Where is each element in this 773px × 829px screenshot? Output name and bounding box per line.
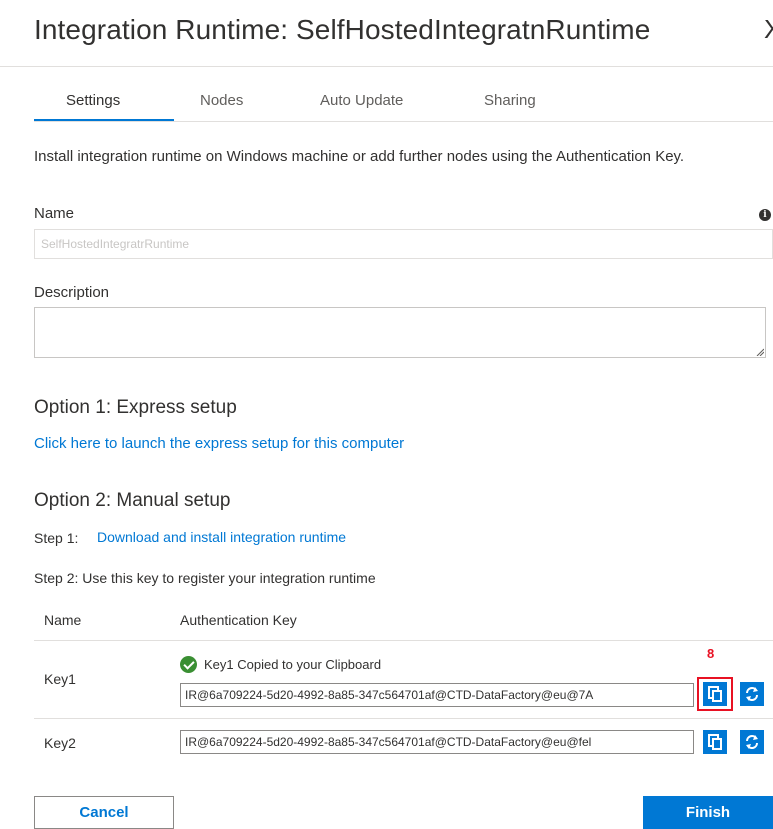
column-header-name: Name	[44, 612, 82, 628]
key2-name: Key2	[44, 735, 76, 751]
intro-text: Install integration runtime on Windows m…	[34, 148, 685, 165]
column-header-auth-key: Authentication Key	[180, 612, 297, 628]
refresh-icon	[746, 687, 758, 701]
express-setup-link[interactable]: Click here to launch the express setup f…	[34, 435, 404, 452]
name-input[interactable]: SelfHostedIntegratrRuntime	[34, 229, 773, 259]
option2-heading: Option 2: Manual setup	[34, 490, 231, 511]
key2-input[interactable]: IR@6a709224-5d20-4992-8a85-347c564701af@…	[180, 730, 694, 754]
close-icon[interactable]: X	[764, 14, 773, 45]
key2-copy-button[interactable]	[703, 730, 727, 754]
refresh-icon	[746, 735, 758, 749]
tab-auto-update[interactable]: Auto Update	[320, 92, 403, 109]
key1-copied-status: Key1 Copied to your Clipboard	[204, 657, 382, 672]
info-icon[interactable]: i	[759, 209, 771, 221]
key1-name: Key1	[44, 671, 76, 687]
header-divider	[0, 66, 773, 67]
copy-icon	[708, 734, 722, 750]
tab-settings[interactable]: Settings	[66, 92, 120, 109]
tab-sharing[interactable]: Sharing	[484, 92, 536, 109]
tab-bar: Settings Nodes Auto Update Sharing	[34, 92, 773, 122]
option1-heading: Option 1: Express setup	[34, 397, 237, 418]
name-label: Name	[34, 205, 75, 222]
table-row-divider	[34, 718, 773, 719]
finish-button[interactable]: Finish	[643, 796, 773, 829]
description-label: Description	[34, 284, 110, 301]
description-input[interactable]	[34, 307, 766, 358]
tab-nodes[interactable]: Nodes	[200, 92, 243, 109]
success-check-icon	[180, 656, 197, 673]
key1-input[interactable]: IR@6a709224-5d20-4992-8a85-347c564701af@…	[180, 683, 694, 707]
key1-refresh-button[interactable]	[740, 682, 764, 706]
table-header-divider	[34, 640, 773, 641]
copy-icon	[708, 686, 722, 702]
download-runtime-link[interactable]: Download and install integration runtime	[97, 529, 346, 545]
step-annotation: 8	[707, 646, 715, 661]
key1-copy-button[interactable]	[703, 682, 727, 706]
active-tab-indicator	[34, 119, 174, 121]
panel-title: Integration Runtime: SelfHostedIntegratn…	[34, 14, 651, 45]
step2-text: Step 2: Use this key to register your in…	[34, 570, 376, 586]
step1-prefix: Step 1:	[34, 530, 79, 546]
cancel-button[interactable]: Cancel	[34, 796, 174, 829]
resize-handle-icon[interactable]	[756, 348, 764, 356]
key2-refresh-button[interactable]	[740, 730, 764, 754]
